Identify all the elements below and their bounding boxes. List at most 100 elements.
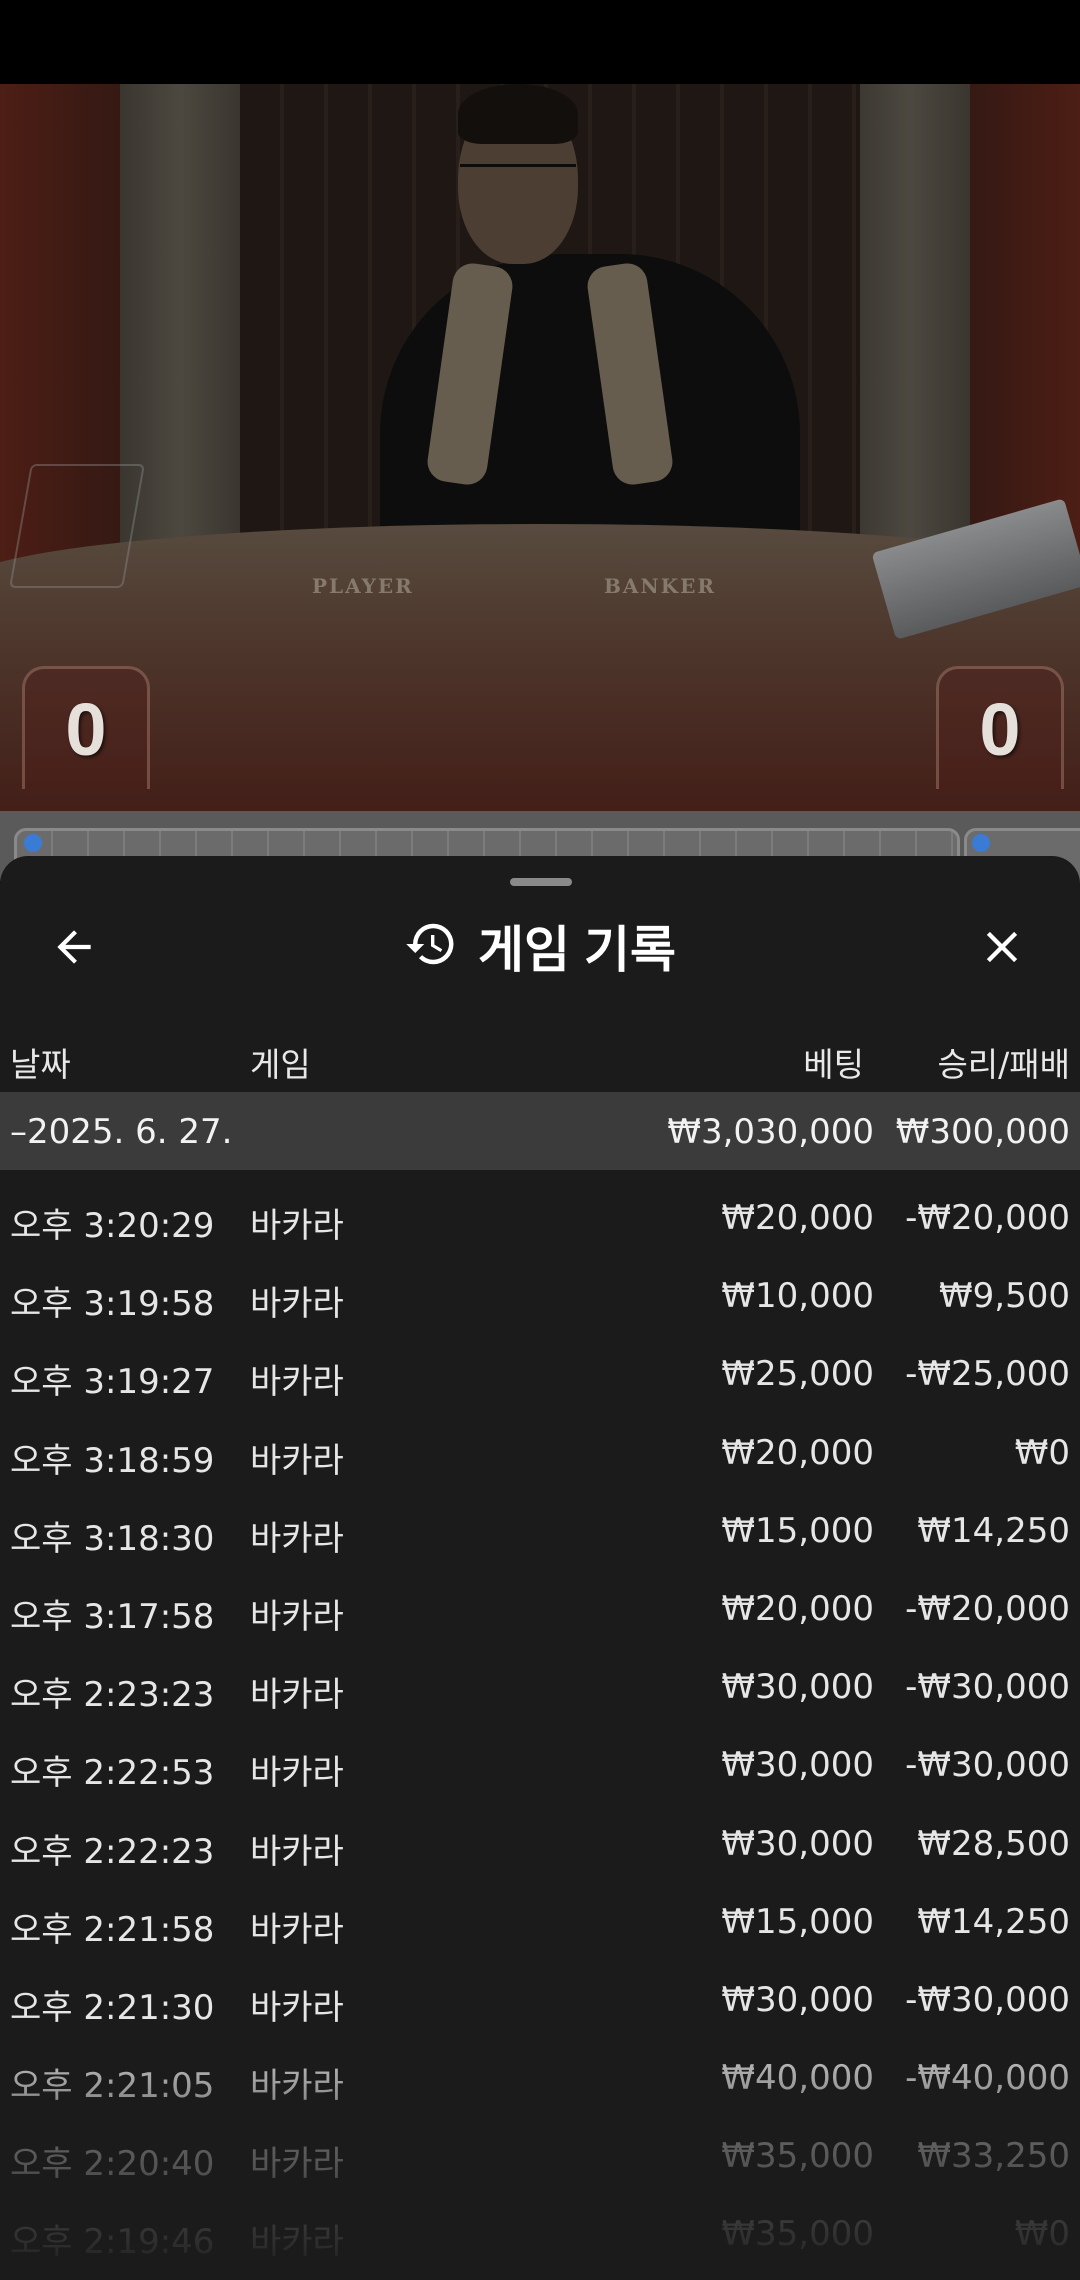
row-game: 바카라 [250,1440,344,1481]
history-row[interactable]: 오후 2:21:30 바카라 ₩30,000 -₩30,000 [0,1952,1080,2030]
row-bet: ₩30,000 [721,1667,874,1708]
road-dot [972,834,990,852]
row-bet: ₩30,000 [721,1979,874,2020]
column-header-bet: 베팅 [803,1045,864,1084]
date-group-row[interactable]: –2025. 6. 27. ₩3,030,000 ₩300,000 [0,1092,1080,1170]
row-result: ₩9,500 [939,1276,1070,1317]
history-row[interactable]: 오후 2:23:23 바카라 ₩30,000 -₩30,000 [0,1639,1080,1717]
row-result: -₩30,000 [905,1667,1070,1708]
row-bet: ₩20,000 [721,1198,874,1238]
row-game: 바카라 [250,1909,344,1950]
row-time: 오후 3:17:58 [10,1596,215,1637]
history-row[interactable]: 오후 2:21:05 바카라 ₩40,000 -₩40,000 [0,2030,1080,2108]
row-result: -₩40,000 [905,2058,1070,2099]
sheet-header: 게임 기록 [0,896,1080,996]
history-icon [404,917,458,975]
history-row[interactable]: 오후 3:18:30 바카라 ₩15,000 ₩14,250 [0,1483,1080,1561]
row-bet: ₩25,000 [721,1354,874,1395]
group-result-total: ₩300,000 [895,1112,1070,1152]
history-row[interactable]: 오후 3:17:58 바카라 ₩20,000 -₩20,000 [0,1561,1080,1639]
arrow-left-icon [49,922,99,976]
column-header-game: 게임 [250,1045,311,1084]
row-time: 오후 2:20:40 [10,2144,215,2185]
row-game: 바카라 [250,1987,344,2028]
history-row[interactable]: 오후 2:22:53 바카라 ₩30,000 -₩30,000 [0,1717,1080,1795]
video-dim-overlay [0,84,1080,811]
row-time: 오후 3:18:30 [10,1518,215,1559]
history-list: 오후 3:20:29 바카라 ₩20,000 -₩20,000 오후 3:19:58 바카… [0,1170,1080,2265]
row-time: 오후 2:22:23 [10,1831,215,1872]
row-game: 바카라 [250,1596,344,1637]
column-header-date: 날짜 [10,1045,71,1084]
banker-score: 0 [979,687,1021,771]
history-row[interactable]: 오후 2:21:58 바카라 ₩15,000 ₩14,250 [0,1874,1080,1952]
row-game: 바카라 [250,1753,344,1794]
row-result: -₩20,000 [905,1198,1070,1238]
sheet-title: 게임 기록 [478,922,676,978]
row-result: ₩28,500 [917,1823,1070,1864]
row-time: 오후 2:19:46 [10,2222,215,2263]
history-row[interactable]: 오후 2:19:46 바카라 ₩35,000 ₩0 [0,2186,1080,2264]
row-time: 오후 2:21:58 [10,1909,215,1950]
row-game: 바카라 [250,2144,344,2185]
row-time: 오후 2:22:53 [10,1753,215,1794]
app-screen: PLAYER BANKER 0 0 게임 기록 날짜 게임 베팅 승리/패배 –… [0,0,1080,2280]
history-row[interactable]: 오후 3:20:29 바카라 ₩20,000 -₩20,000 [0,1170,1080,1248]
history-row[interactable]: 오후 2:20:40 바카라 ₩35,000 ₩33,250 [0,2108,1080,2186]
sheet-title-wrap: 게임 기록 [0,896,1080,996]
row-game: 바카라 [250,1284,344,1325]
row-result: -₩20,000 [905,1588,1070,1629]
row-bet: ₩15,000 [721,1510,874,1551]
row-time: 오후 2:23:23 [10,1675,215,1716]
row-time: 오후 3:19:27 [10,1362,215,1403]
player-score-box: 0 [22,666,150,789]
row-result: -₩25,000 [905,1354,1070,1395]
row-game: 바카라 [250,1675,344,1716]
row-result: ₩33,250 [917,2136,1070,2177]
row-game: 바카라 [250,1831,344,1872]
history-row[interactable]: 오후 3:18:59 바카라 ₩20,000 ₩0 [0,1405,1080,1483]
row-result: -₩30,000 [905,1979,1070,2020]
row-time: 오후 3:20:29 [10,1206,215,1246]
history-row[interactable]: 오후 2:22:23 바카라 ₩30,000 ₩28,500 [0,1796,1080,1874]
status-bar [0,0,1080,84]
row-result: -₩30,000 [905,1745,1070,1786]
row-bet: ₩20,000 [721,1588,874,1629]
row-time: 오후 2:21:30 [10,1987,215,2028]
history-row[interactable]: 오후 3:19:27 바카라 ₩25,000 -₩25,000 [0,1326,1080,1404]
group-date: –2025. 6. 27. [10,1112,233,1152]
row-result: ₩14,250 [917,1510,1070,1551]
table-header: 날짜 게임 베팅 승리/패배 [0,1020,1080,1090]
row-bet: ₩30,000 [721,1823,874,1864]
row-game: 바카라 [250,2066,344,2107]
row-bet: ₩10,000 [721,1276,874,1317]
row-result: ₩14,250 [917,1901,1070,1942]
row-result: ₩0 [1014,2214,1070,2255]
banker-score-box: 0 [936,666,1064,789]
row-time: 오후 3:19:58 [10,1284,215,1325]
history-row[interactable]: 오후 3:19:58 바카라 ₩10,000 ₩9,500 [0,1248,1080,1326]
row-bet: ₩30,000 [721,1745,874,1786]
close-icon [976,921,1028,977]
column-header-result: 승리/패배 [937,1045,1070,1084]
row-bet: ₩35,000 [721,2136,874,2177]
row-game: 바카라 [250,1362,344,1403]
live-dealer-video: PLAYER BANKER 0 0 [0,84,1080,811]
row-result: ₩0 [1014,1432,1070,1473]
row-game: 바카라 [250,1206,344,1246]
sheet-drag-handle[interactable] [510,878,572,886]
row-time: 오후 2:21:05 [10,2066,215,2107]
row-time: 오후 3:18:59 [10,1440,215,1481]
group-bet-total: ₩3,030,000 [667,1112,874,1152]
close-button[interactable] [964,914,1040,984]
row-game: 바카라 [250,2222,344,2263]
road-dot [24,834,42,852]
row-bet: ₩20,000 [721,1432,874,1473]
row-bet: ₩15,000 [721,1901,874,1942]
row-game: 바카라 [250,1518,344,1559]
row-bet: ₩40,000 [721,2058,874,2099]
row-bet: ₩35,000 [721,2214,874,2255]
back-button[interactable] [34,914,114,984]
game-history-sheet: 게임 기록 날짜 게임 베팅 승리/패배 –2025. 6. 27. ₩3,03… [0,856,1080,2280]
player-score: 0 [65,687,107,771]
